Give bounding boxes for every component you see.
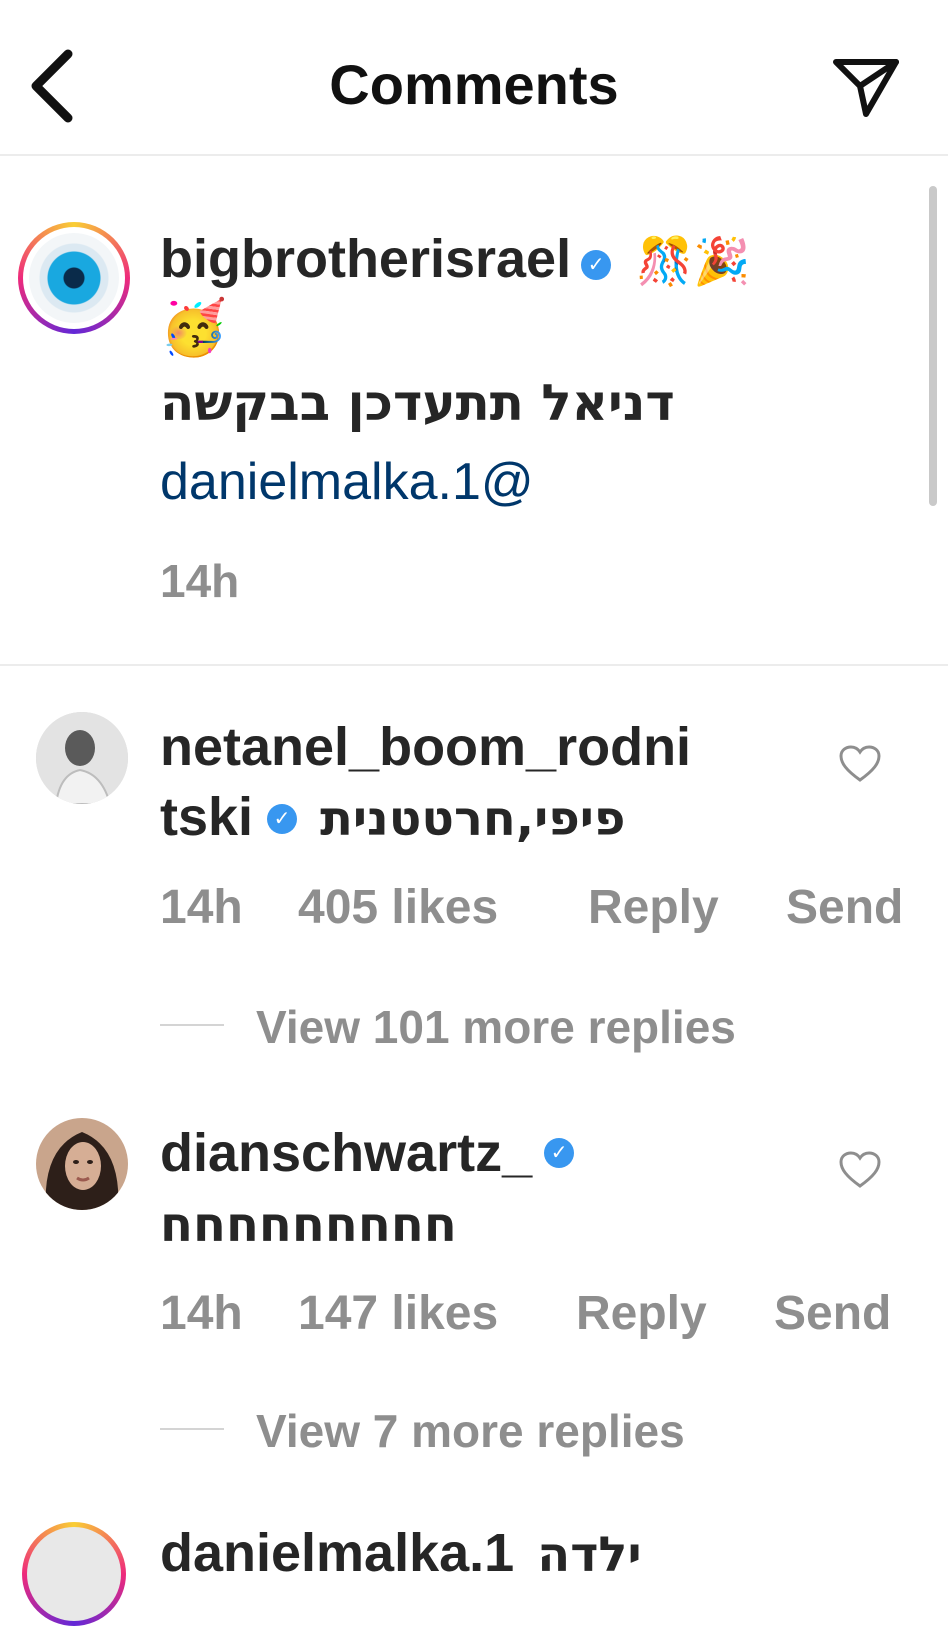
paper-plane-icon[interactable] (830, 54, 902, 120)
caption-emoji-line2: 🥳 (160, 296, 228, 359)
avatar[interactable] (36, 1118, 128, 1210)
likes-count[interactable]: 405 likes (298, 880, 498, 935)
view-replies-button[interactable]: View 7 more replies (160, 1404, 685, 1458)
view-replies-label[interactable]: View 101 more replies (256, 1001, 736, 1053)
view-replies-button[interactable]: View 101 more replies (160, 1000, 736, 1054)
comment-body: danielmalka.1 ילדה (160, 1522, 642, 1584)
reply-button[interactable]: Reply (588, 880, 719, 935)
person-photo-icon (36, 1118, 128, 1210)
send-button[interactable]: Send (786, 880, 903, 935)
caption-username[interactable]: bigbrotherisrael (160, 229, 571, 289)
send-button[interactable]: Send (774, 1286, 891, 1341)
divider (160, 1427, 224, 1430)
caption-timestamp: 14h (160, 555, 240, 607)
comment-text: ילדה (537, 1527, 642, 1583)
page-title: Comments (329, 53, 619, 116)
verified-badge-icon: ✓ (581, 250, 612, 280)
story-ring-avatar[interactable] (18, 222, 130, 334)
heart-icon[interactable] (838, 744, 882, 784)
caption-emojis: 🎊🎉 (636, 234, 751, 288)
heart-icon[interactable] (838, 1150, 882, 1190)
avatar[interactable] (36, 712, 128, 804)
comment-text: חחחחחחחחח (160, 1197, 457, 1253)
verified-badge-icon: ✓ (267, 804, 298, 834)
comment-username[interactable]: dianschwartz_ (160, 1123, 532, 1183)
avatar (29, 233, 119, 323)
comment-username[interactable]: danielmalka.1 (160, 1523, 514, 1583)
comment-timestamp: 14h (160, 881, 243, 934)
reply-button[interactable]: Reply (576, 1286, 707, 1341)
header-bar: Comments (0, 0, 948, 156)
comment-meta-row: 14h 405 likes Reply Send (0, 880, 948, 940)
caption-text: דניאל תתעדכן בבקשה (160, 374, 675, 432)
person-photo-icon (36, 712, 128, 804)
comment-meta-row: 14h 147 likes Reply Send (0, 1286, 948, 1346)
caption-header-line: bigbrotherisrael ✓ 🎊🎉 (160, 228, 751, 290)
story-ring-avatar[interactable] (22, 1522, 126, 1626)
avatar (27, 1527, 121, 1621)
likes-count[interactable]: 147 likes (298, 1286, 498, 1341)
comment-body: dianschwartz_ ✓ חחחחחחחחח (160, 1118, 575, 1260)
comment-username[interactable]: netanel_boom_rodni (160, 712, 691, 782)
comment-body: netanel_boom_rodni tski ✓ פיפי,חרטטנית (160, 712, 691, 854)
comment-text: פיפי,חרטטנית (320, 791, 626, 847)
divider (160, 1023, 224, 1026)
verified-badge-icon: ✓ (544, 1138, 575, 1168)
view-replies-label[interactable]: View 7 more replies (256, 1405, 685, 1457)
comment-timestamp: 14h (160, 1287, 243, 1340)
caption-block: bigbrotherisrael ✓ 🎊🎉 🥳 דניאל תתעדכן בבקש… (0, 156, 948, 666)
comment-username-cont[interactable]: tski (160, 787, 253, 847)
mention-text[interactable]: danielmalka.1@ (160, 453, 534, 511)
caption-mention-link[interactable]: danielmalka.1@ (160, 452, 534, 512)
